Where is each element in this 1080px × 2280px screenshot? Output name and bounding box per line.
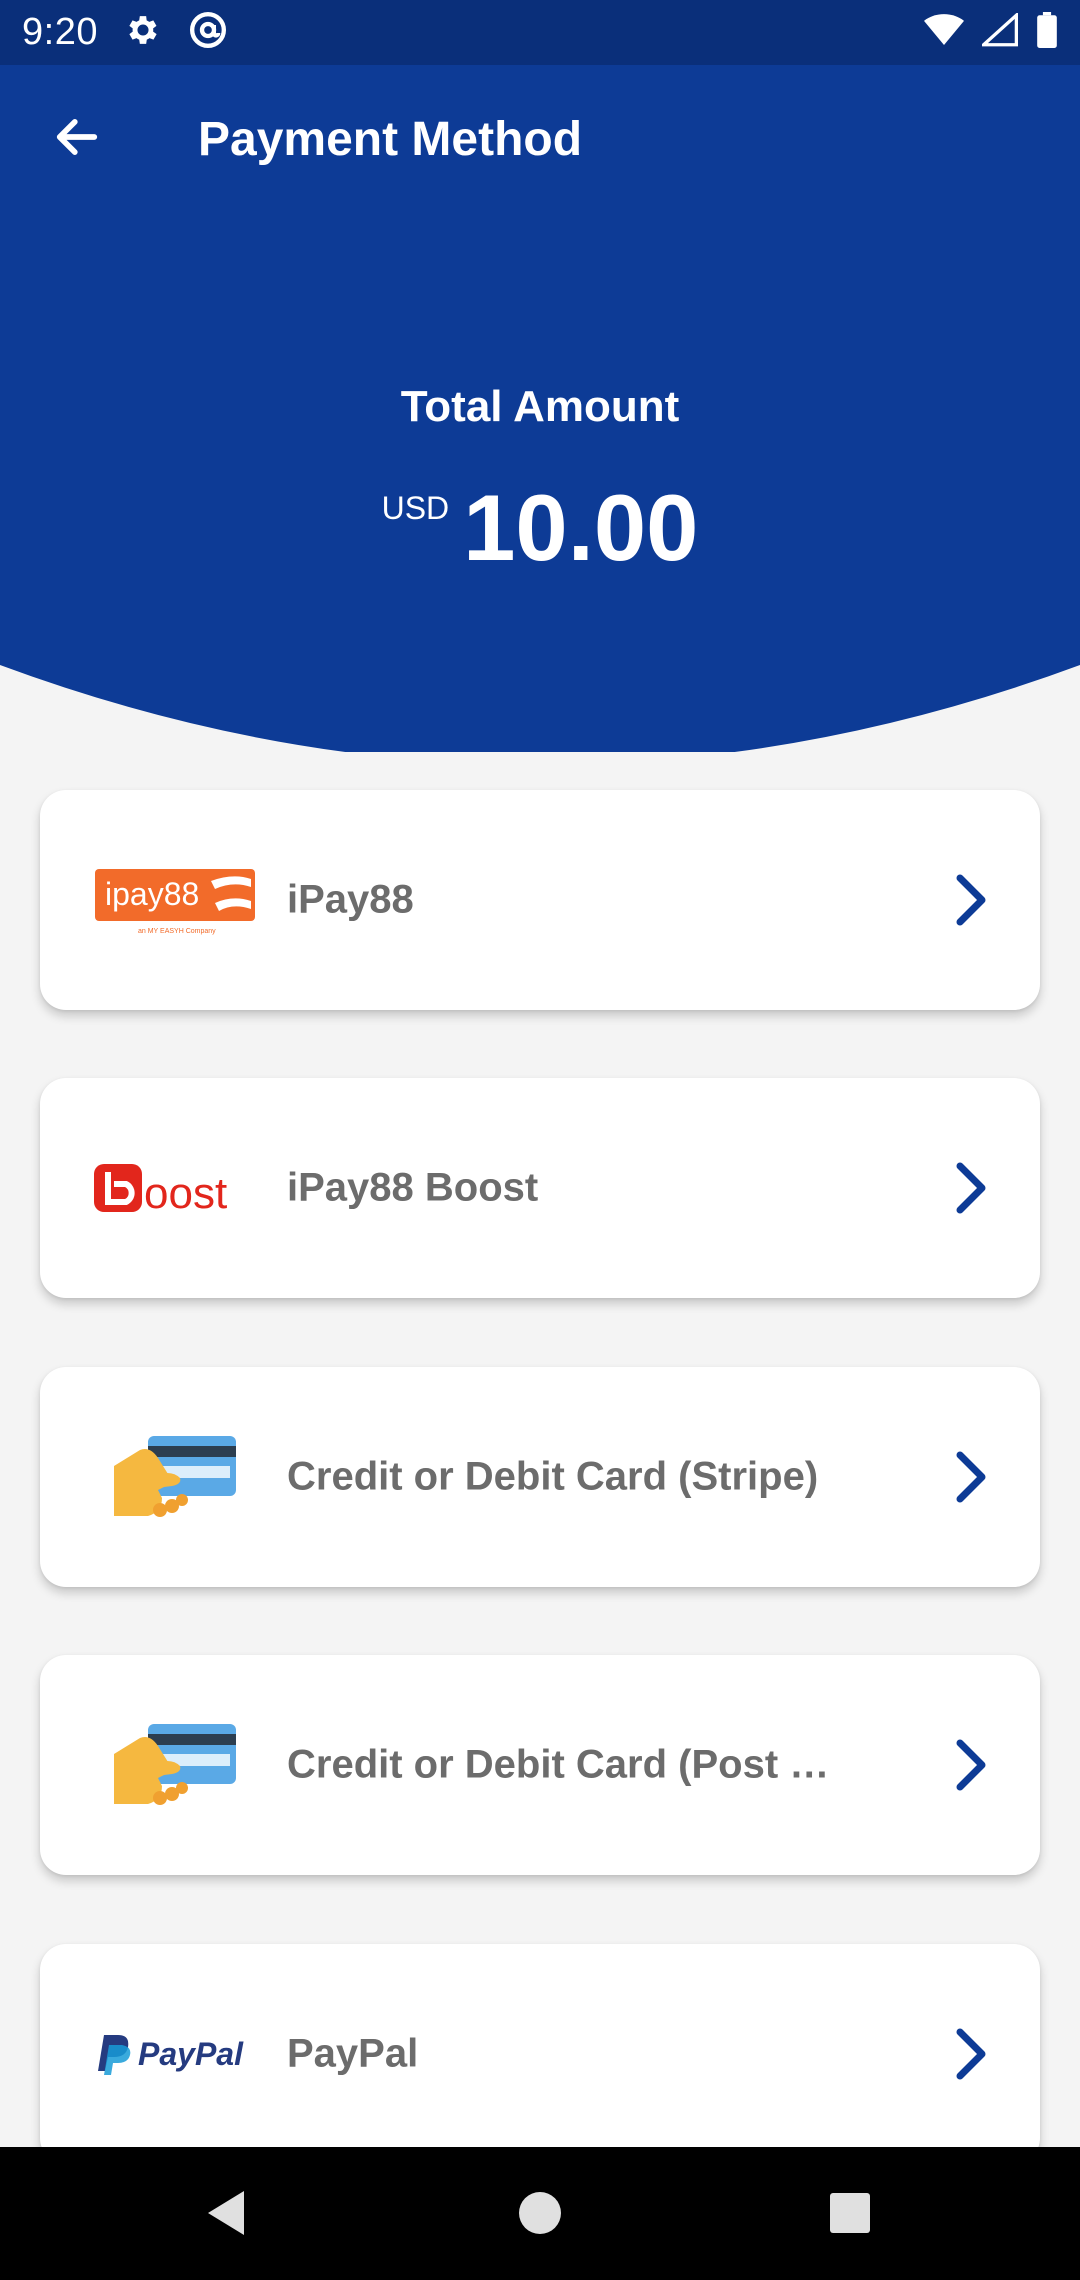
status-bar: 9:20 [0, 0, 1080, 65]
payment-method-label: iPay88 [287, 877, 414, 922]
payment-method-label: PayPal [287, 2031, 419, 2076]
back-button[interactable] [40, 100, 114, 174]
boost-logo: oost [92, 1133, 258, 1243]
payment-method-label: Credit or Debit Card (Stripe) [287, 1454, 819, 1499]
card-in-hand-icon [92, 1710, 258, 1820]
payment-method-ipay88[interactable]: ipay88 an MY EASYH Company iPay88 [40, 790, 1040, 1010]
payment-method-label: Credit or Debit Card (Post … [287, 1742, 830, 1787]
payment-method-label: iPay88 Boost [287, 1165, 539, 1210]
back-triangle-icon[interactable] [196, 2183, 256, 2243]
arrow-left-icon [56, 119, 98, 155]
card-in-hand-icon [92, 1422, 258, 1532]
ipay88-logo-text: ipay88 [105, 876, 199, 912]
ipay88-logo: ipay88 an MY EASYH Company [92, 845, 258, 955]
boost-logo-text: oost [144, 1169, 227, 1218]
home-circle-icon[interactable] [510, 2183, 570, 2243]
page-title: Payment Method [198, 113, 583, 166]
battery-icon [1036, 12, 1058, 53]
amount-value: 10.00 [463, 475, 699, 580]
payment-method-paypal[interactable]: PayPal PayPal [40, 1944, 1040, 2164]
payment-method-card-post[interactable]: Credit or Debit Card (Post … [40, 1655, 1040, 1875]
chevron-right-icon [956, 1739, 986, 1791]
chevron-right-icon [956, 874, 986, 926]
ipay88-logo-subtext: an MY EASYH Company [138, 928, 216, 935]
cellular-signal-icon [979, 11, 1018, 52]
currency-code: USD [381, 490, 450, 526]
total-amount: USD 10.00 [0, 478, 1080, 578]
chevron-right-icon [956, 1451, 986, 1503]
paypal-logo-text: PayPal [138, 2036, 244, 2072]
payment-method-card-stripe[interactable]: Credit or Debit Card (Stripe) [40, 1367, 1040, 1587]
payment-method-boost[interactable]: oost iPay88 Boost [40, 1078, 1040, 1298]
total-amount-label: Total Amount [400, 382, 680, 431]
chevron-right-icon [956, 2028, 986, 2080]
paypal-logo: PayPal [92, 1999, 258, 2109]
recents-square-icon[interactable] [820, 2183, 880, 2243]
status-time: 9:20 [22, 11, 98, 53]
chevron-right-icon [956, 1162, 986, 1214]
at-sign-icon [188, 10, 228, 55]
wifi-icon [924, 13, 964, 52]
system-navigation-bar [0, 2147, 1080, 2280]
gear-icon [124, 11, 162, 54]
